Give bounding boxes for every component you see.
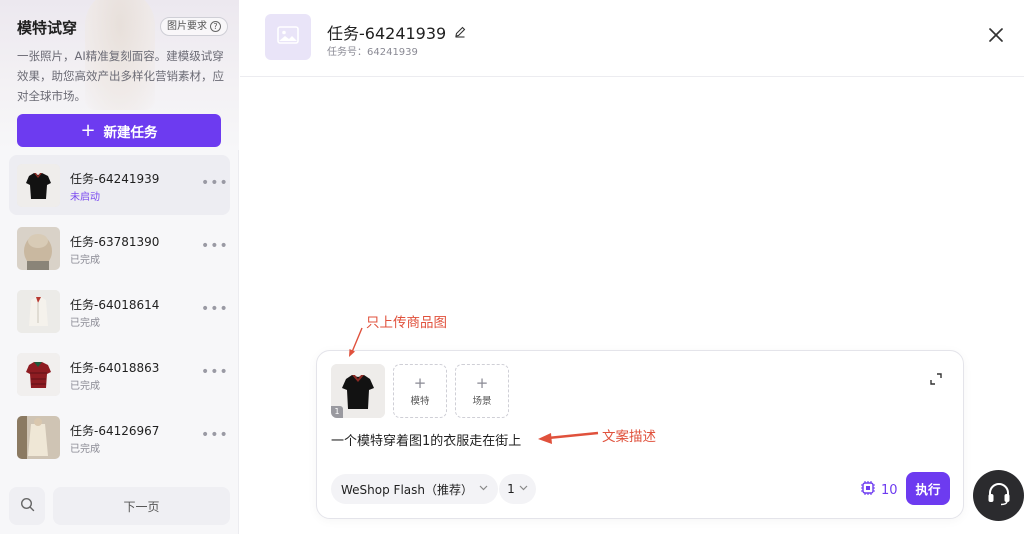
expand-icon (929, 371, 943, 390)
task-status: 已完成 (70, 381, 100, 392)
slot-label: 模特 (410, 395, 430, 407)
task-item[interactable]: 任务-63781390 已完成 ••• (9, 218, 230, 278)
image-index-badge: 1 (331, 406, 343, 418)
prompt-input[interactable]: 一个模特穿着图1的衣服走在街上 (331, 430, 521, 449)
close-button[interactable] (986, 27, 1006, 47)
task-list: 任务-64241939 未启动 ••• 任务-63781390 已完成 ••• (9, 155, 230, 470)
chevron-down-icon (519, 484, 528, 494)
image-requirements-label: 图片要求 (167, 21, 207, 32)
model-select[interactable]: WeShop Flash（推荐） (331, 474, 498, 504)
customer-support-button[interactable] (973, 470, 1024, 521)
add-scene-slot[interactable]: + 场景 (455, 364, 509, 418)
task-thumbnail (17, 290, 60, 333)
task-name: 任务-63781390 (70, 235, 160, 249)
task-status: 已完成 (70, 444, 100, 455)
new-task-button[interactable]: + 新建任务 (17, 114, 221, 147)
annotation-upload-note: 只上传商品图 (366, 315, 447, 331)
plus-icon: + (475, 373, 489, 392)
chevron-down-icon (479, 484, 488, 494)
sidebar-footer: 下一页 (0, 482, 239, 534)
task-header: 任务-64241939 任务号：64241939 (240, 0, 1024, 77)
expand-button[interactable] (929, 371, 943, 385)
credit-chip-icon (860, 480, 876, 500)
task-name: 任务-64241939 (70, 172, 160, 186)
headset-icon (986, 482, 1012, 510)
plus-icon: + (413, 373, 427, 392)
task-thumbnail (17, 353, 60, 396)
next-page-button[interactable]: 下一页 (53, 487, 230, 525)
slot-label: 场景 (472, 395, 492, 407)
task-name: 任务-64126967 (70, 424, 160, 438)
sidebar: 模特试穿 图片要求 ? 一张照片，AI精准复刻面容。建模级试穿效果，助您高效产出… (0, 0, 239, 534)
search-icon (20, 497, 35, 516)
task-thumbnail (17, 164, 60, 207)
model-select-value: WeShop Flash（推荐） (341, 482, 473, 497)
more-options-icon[interactable]: ••• (201, 238, 229, 254)
more-options-icon[interactable]: ••• (201, 301, 229, 317)
annotation-prompt-note: 文案描述 (602, 429, 656, 445)
image-icon (277, 26, 299, 48)
task-item[interactable]: 任务-64241939 未启动 ••• (9, 155, 230, 215)
app-description: 一张照片，AI精准复刻面容。建模级试穿效果，助您高效产出多样化营销素材，应对全球… (17, 49, 224, 103)
task-id: 任务号：64241939 (327, 47, 418, 58)
more-options-icon[interactable]: ••• (201, 364, 229, 380)
more-options-icon[interactable]: ••• (201, 427, 229, 443)
count-select-value: 1 (507, 482, 515, 496)
app-title: 模特试穿 (17, 19, 78, 37)
task-status: 已完成 (70, 255, 100, 266)
new-task-label: 新建任务 (103, 124, 158, 141)
more-options-icon[interactable]: ••• (201, 175, 229, 191)
task-status: 未启动 (70, 192, 100, 203)
task-thumbnail (17, 416, 60, 459)
credits-cost: 10 (860, 480, 898, 500)
run-button[interactable]: 执行 (906, 472, 950, 505)
task-title: 任务-64241939 (327, 24, 447, 43)
search-button[interactable] (9, 487, 45, 525)
add-model-slot[interactable]: + 模特 (393, 364, 447, 418)
app-root: 模特试穿 图片要求 ? 一张照片，AI精准复刻面容。建模级试穿效果，助您高效产出… (0, 0, 1024, 534)
task-item[interactable]: 任务-64018863 已完成 ••• (9, 344, 230, 404)
task-name: 任务-64018614 (70, 298, 160, 312)
edit-icon[interactable] (454, 26, 466, 38)
credits-value: 10 (881, 482, 898, 498)
task-title-row: 任务-64241939 (327, 20, 466, 44)
task-name: 任务-64018863 (70, 361, 160, 375)
uploaded-product-image[interactable]: 1 (331, 364, 385, 418)
task-thumbnail (17, 227, 60, 270)
plus-icon: + (80, 119, 96, 141)
count-select[interactable]: 1 (499, 474, 536, 504)
task-item[interactable]: 任务-64018614 已完成 ••• (9, 281, 230, 341)
task-item[interactable]: 任务-64126967 已完成 ••• (9, 407, 230, 467)
close-icon (988, 27, 1004, 47)
help-icon: ? (210, 21, 221, 32)
image-requirements-button[interactable]: 图片要求 ? (160, 17, 228, 36)
task-image-placeholder (265, 14, 311, 60)
task-status: 已完成 (70, 318, 100, 329)
